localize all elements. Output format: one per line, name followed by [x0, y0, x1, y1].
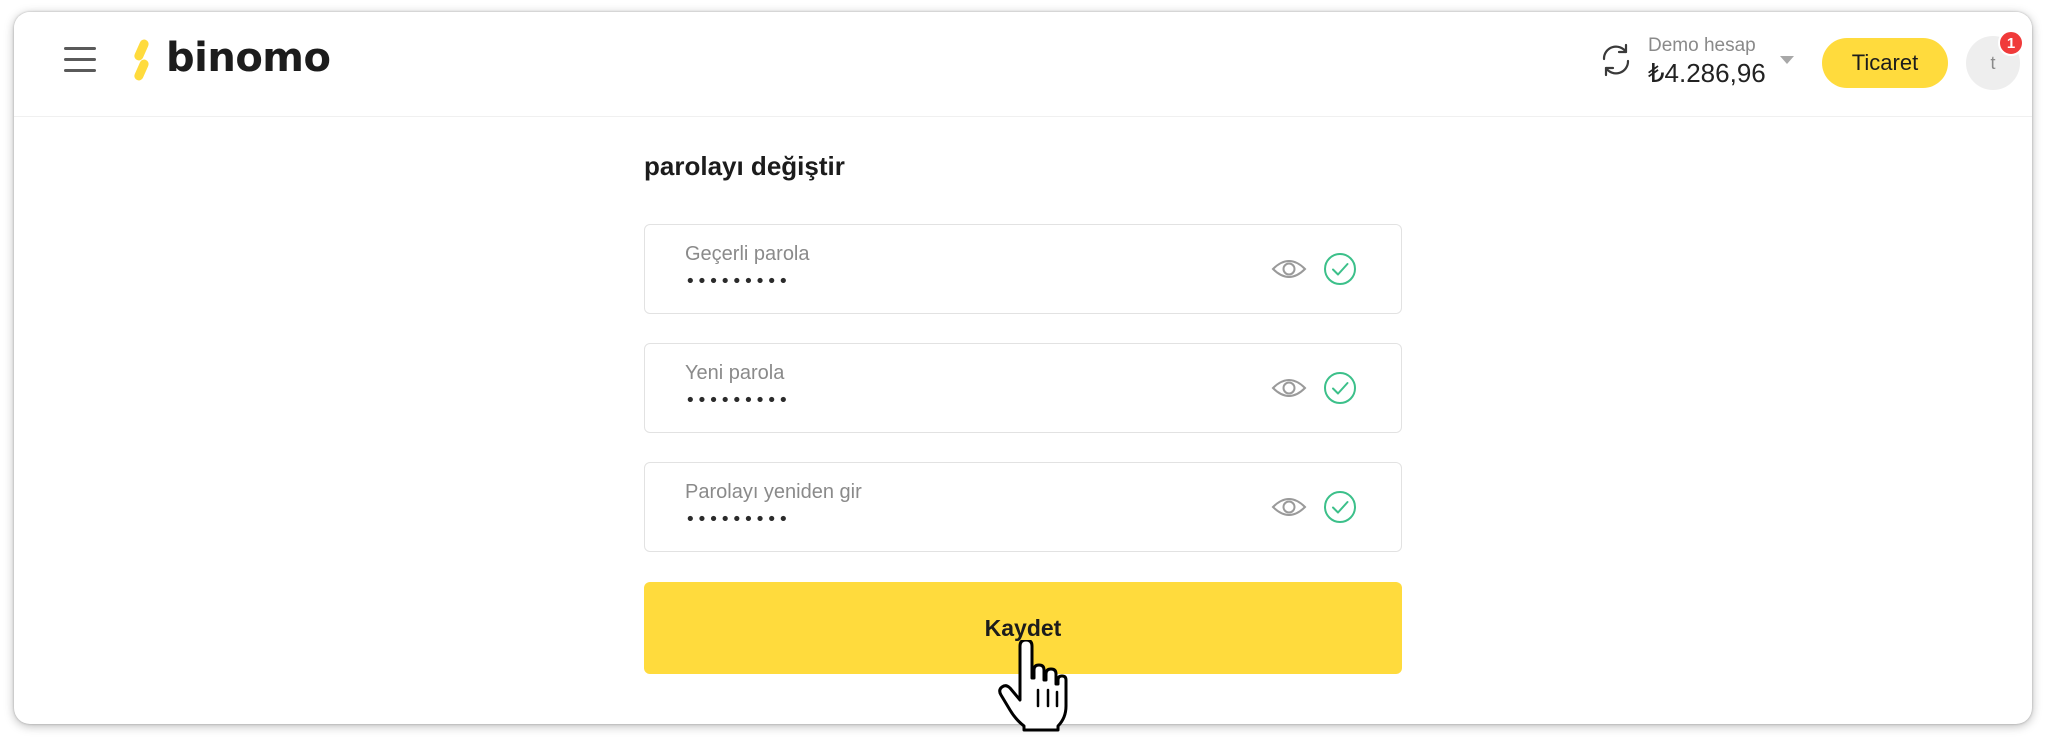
hand-pointer-cursor-icon: [998, 640, 1068, 732]
valid-check-icon: [1324, 491, 1356, 523]
valid-check-icon: [1324, 372, 1356, 404]
current-password-label: Geçerli parola: [685, 243, 810, 265]
trade-button[interactable]: Ticaret: [1822, 38, 1948, 88]
current-password-field[interactable]: Geçerli parola: [644, 224, 1402, 314]
chevron-down-icon[interactable]: [1780, 56, 1794, 64]
eye-icon[interactable]: [1271, 493, 1307, 521]
new-password-field[interactable]: Yeni parola: [644, 343, 1402, 433]
eye-icon[interactable]: [1271, 374, 1307, 402]
binomo-logo-icon: [134, 39, 149, 81]
account-type-label: Demo hesap: [1648, 35, 1756, 56]
app-window: binomo Demo hesap ₺4.286,96 Ticaret t 1 …: [14, 12, 2032, 724]
valid-check-icon: [1324, 253, 1356, 285]
confirm-password-label: Parolayı yeniden gir: [685, 481, 862, 503]
new-password-input[interactable]: [685, 390, 1185, 411]
eye-icon[interactable]: [1271, 255, 1307, 283]
new-password-label: Yeni parola: [685, 362, 785, 384]
account-balance: ₺4.286,96: [1648, 58, 1766, 88]
confirm-password-input[interactable]: [685, 509, 1185, 530]
brand-logo[interactable]: binomo: [126, 35, 331, 84]
account-switcher[interactable]: Demo hesap ₺4.286,96: [1648, 34, 1766, 88]
notification-badge: 1: [1998, 30, 2024, 56]
sync-icon[interactable]: [1598, 42, 1634, 78]
confirm-password-field[interactable]: Parolayı yeniden gir: [644, 462, 1402, 552]
page-title: parolayı değiştir: [644, 151, 845, 181]
hamburger-menu-icon[interactable]: [64, 45, 98, 75]
brand-name: binomo: [166, 35, 331, 81]
top-header: binomo Demo hesap ₺4.286,96 Ticaret t 1: [14, 12, 2032, 117]
current-password-input[interactable]: [685, 271, 1185, 292]
